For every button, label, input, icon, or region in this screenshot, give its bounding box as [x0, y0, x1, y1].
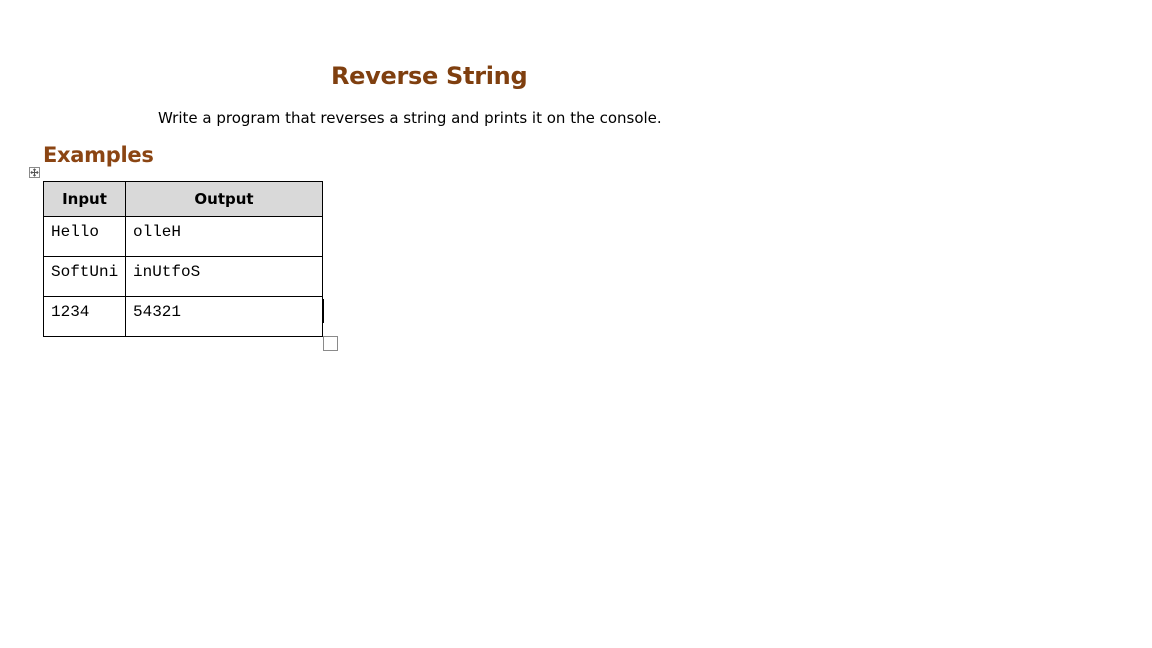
text-cursor [323, 299, 324, 323]
examples-table: Input Output Hello olleH SoftUni inUtfoS… [43, 181, 323, 337]
table-row: Hello olleH [43, 216, 323, 257]
page-title: Reverse String [331, 62, 528, 90]
table-move-handle-icon[interactable] [29, 167, 40, 178]
table-row: SoftUni inUtfoS [43, 256, 323, 297]
four-way-arrow-icon [30, 168, 39, 177]
cell-output[interactable]: olleH [125, 216, 323, 257]
table-header-row: Input Output [43, 181, 323, 217]
cell-input[interactable]: 1234 [43, 296, 126, 337]
problem-description: Write a program that reverses a string a… [158, 109, 662, 127]
cell-output[interactable]: inUtfoS [125, 256, 323, 297]
examples-heading: Examples [43, 143, 154, 167]
cell-input[interactable]: Hello [43, 216, 126, 257]
header-input[interactable]: Input [43, 181, 126, 217]
table-row: 1234 54321 [43, 296, 323, 337]
header-output[interactable]: Output [125, 181, 323, 217]
cell-output[interactable]: 54321 [125, 296, 323, 337]
table-resize-handle[interactable] [323, 336, 338, 351]
cell-input[interactable]: SoftUni [43, 256, 126, 297]
